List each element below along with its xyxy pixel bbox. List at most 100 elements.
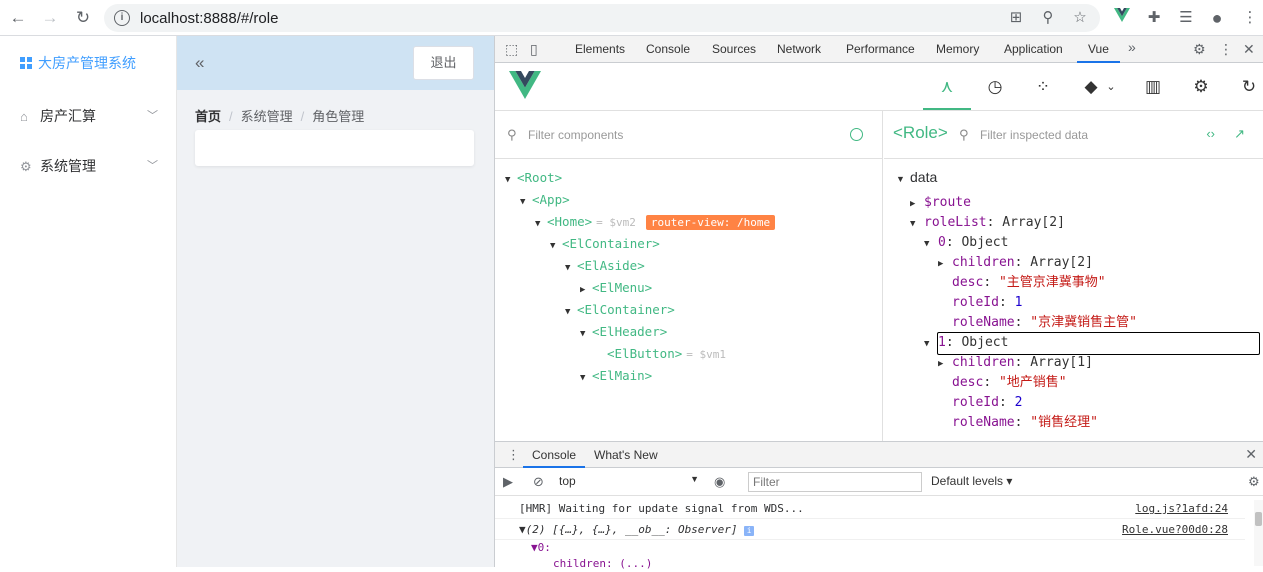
kebab-menu-icon[interactable]: ⋮ bbox=[507, 447, 520, 463]
tab-console[interactable]: Console bbox=[646, 36, 690, 63]
device-toolbar-icon[interactable]: ▯ bbox=[530, 41, 538, 58]
collapse-arrow-icon[interactable]: ▼ bbox=[520, 192, 532, 212]
sidebar-item-housing[interactable]: ⌂ 房产汇算 ﹀ bbox=[0, 91, 176, 141]
breadcrumb-home[interactable]: 首页 bbox=[195, 109, 221, 124]
data-row[interactable]: roleName: "销售经理" bbox=[938, 413, 1098, 433]
data-row[interactable]: roleName: "京津冀销售主管" bbox=[938, 313, 1137, 333]
data-row[interactable]: desc: "地产销售" bbox=[938, 373, 1067, 393]
expand-arrow-icon[interactable]: ▶ bbox=[938, 254, 952, 274]
url-text[interactable]: localhost:8888/#/role bbox=[140, 10, 278, 27]
select-component-icon[interactable] bbox=[850, 128, 863, 141]
data-row[interactable]: desc: "主管京津冀事物" bbox=[938, 273, 1106, 293]
info-icon[interactable]: i bbox=[744, 526, 755, 536]
console-filter-input[interactable]: Filter bbox=[748, 472, 922, 492]
tree-node[interactable]: ▼ <ElAside> bbox=[565, 256, 645, 276]
scrollbar-thumb[interactable] bbox=[1255, 512, 1262, 526]
tree-node[interactable]: ▼ <ElContainer> bbox=[550, 234, 660, 254]
context-select[interactable]: top ▼ bbox=[559, 474, 699, 488]
tree-node[interactable]: ▼ <ElHeader> bbox=[580, 322, 667, 342]
filter-components-bar[interactable]: ⚲ Filter components bbox=[495, 111, 883, 159]
console-log-row[interactable]: ▼(2) [{…}, {…}, __ob__: Observer] i Role.… bbox=[495, 519, 1245, 540]
clear-console-icon[interactable]: ⊘ bbox=[533, 474, 544, 490]
close-icon[interactable]: ✕ bbox=[1243, 41, 1255, 58]
history-icon[interactable]: ◷ bbox=[983, 75, 1007, 99]
info-icon[interactable]: i bbox=[114, 10, 130, 26]
tab-application[interactable]: Application bbox=[1004, 36, 1063, 63]
sidebar-toggle-icon[interactable]: ▶ bbox=[503, 474, 513, 490]
reading-list-icon[interactable]: ☰ bbox=[1176, 8, 1196, 28]
data-row[interactable]: ▼ 0: Object bbox=[924, 233, 1008, 253]
tree-node[interactable]: ▼ <Root> bbox=[505, 168, 562, 188]
tab-vue[interactable]: Vue bbox=[1077, 36, 1120, 63]
data-row[interactable]: roleId: 2 bbox=[938, 393, 1022, 413]
back-icon[interactable]: ← bbox=[6, 6, 30, 30]
expand-arrow-icon[interactable]: ▶ bbox=[580, 280, 592, 300]
reload-icon[interactable]: ↻ bbox=[71, 6, 95, 30]
collapse-arrow-icon[interactable]: ▼ bbox=[535, 214, 547, 234]
data-section-header[interactable]: ▼ data bbox=[896, 167, 937, 187]
tab-performance[interactable]: Performance bbox=[846, 36, 915, 63]
filter-data-input[interactable]: Filter inspected data bbox=[980, 128, 1088, 142]
collapse-arrow-icon[interactable]: ▼ bbox=[580, 324, 592, 344]
data-row[interactable]: ▶ children: Array[1] bbox=[938, 353, 1093, 373]
collapse-arrow-icon[interactable]: ▼ bbox=[910, 214, 924, 234]
kebab-menu-icon[interactable]: ⋮ bbox=[1219, 41, 1233, 58]
vuex-icon[interactable]: ⁘ bbox=[1031, 75, 1055, 99]
tab-memory[interactable]: Memory bbox=[936, 36, 979, 63]
filter-components-input[interactable]: Filter components bbox=[528, 128, 623, 142]
collapse-arrow-icon[interactable]: ▼ bbox=[924, 334, 938, 354]
tab-elements[interactable]: Elements bbox=[575, 36, 625, 63]
expand-arrow-icon[interactable]: ▶ bbox=[910, 194, 924, 214]
settings-icon[interactable]: ⚙ bbox=[1189, 75, 1213, 99]
inspect-element-icon[interactable]: ⬚ bbox=[505, 41, 518, 58]
collapse-arrow-icon[interactable]: ▼ bbox=[924, 234, 938, 254]
log-levels-select[interactable]: Default levels ▾ bbox=[931, 474, 1012, 488]
expand-arrow-icon[interactable]: ▶ bbox=[938, 354, 952, 374]
tree-node[interactable]: ▶ <ElMenu> bbox=[580, 278, 652, 298]
more-tabs-icon[interactable]: » bbox=[1128, 39, 1136, 55]
extensions-icon[interactable]: ✚ bbox=[1144, 8, 1164, 28]
tab-whats-new[interactable]: What's New bbox=[594, 442, 658, 468]
data-row[interactable]: ▼ roleList: Array[2] bbox=[910, 213, 1065, 233]
tab-console-drawer[interactable]: Console bbox=[523, 442, 586, 468]
tree-node[interactable]: <ElButton> = $vm1 bbox=[595, 344, 726, 364]
log-source-link[interactable]: Role.vue?00d0:28 bbox=[1122, 519, 1228, 540]
sidebar-item-system[interactable]: ⚙ 系统管理 ﹀ bbox=[0, 141, 176, 191]
menu-icon[interactable]: ⋮ bbox=[1240, 8, 1260, 28]
profile-icon[interactable]: ● bbox=[1207, 8, 1227, 28]
chevron-down-icon[interactable]: ⌄ bbox=[1099, 75, 1123, 99]
collapse-icon[interactable]: « bbox=[195, 53, 204, 73]
logout-button[interactable]: 退出 bbox=[413, 46, 474, 80]
data-row[interactable]: ▶ children: Array[2] bbox=[938, 253, 1093, 273]
eye-icon[interactable]: ◉ bbox=[714, 474, 725, 490]
collapse-arrow-icon[interactable]: ▼ bbox=[505, 170, 517, 190]
close-icon[interactable]: ✕ bbox=[1245, 446, 1257, 463]
forward-icon[interactable]: → bbox=[38, 6, 62, 30]
external-link-icon[interactable]: ↗ bbox=[1234, 126, 1245, 142]
tab-sources[interactable]: Sources bbox=[712, 36, 756, 63]
vue-devtools-icon[interactable] bbox=[1112, 8, 1132, 28]
tree-node[interactable]: ▼ <ElContainer> bbox=[565, 300, 675, 320]
zoom-icon[interactable]: ⚲ bbox=[1038, 8, 1058, 28]
code-icon[interactable]: ‹› bbox=[1206, 126, 1215, 141]
settings-icon[interactable]: ⚙ bbox=[1248, 474, 1260, 490]
log-source-link[interactable]: log.js?1afd:24 bbox=[1135, 498, 1228, 519]
console-log-row[interactable]: ▼0: bbox=[495, 540, 1245, 556]
tab-network[interactable]: Network bbox=[777, 36, 821, 63]
tree-node[interactable]: ▼ <App> bbox=[520, 190, 570, 210]
data-row[interactable]: ▶ $route bbox=[910, 193, 971, 213]
translate-icon[interactable]: ⊞ bbox=[1006, 8, 1026, 28]
collapse-arrow-icon[interactable]: ▼ bbox=[550, 236, 562, 256]
collapse-arrow-icon[interactable]: ▼ bbox=[565, 302, 577, 322]
address-bar[interactable]: i localhost:8888/#/role ⊞ ⚲ ☆ bbox=[104, 4, 1100, 32]
refresh-icon[interactable]: ↻ bbox=[1237, 75, 1261, 99]
data-row[interactable]: roleId: 1 bbox=[938, 293, 1022, 313]
star-icon[interactable]: ☆ bbox=[1070, 8, 1090, 28]
collapse-arrow-icon[interactable]: ▼ bbox=[565, 258, 577, 278]
console-scrollbar[interactable] bbox=[1254, 500, 1263, 566]
performance-icon[interactable]: ▥ bbox=[1141, 75, 1165, 99]
collapse-arrow-icon[interactable]: ▼ bbox=[580, 368, 592, 388]
components-icon[interactable]: ⋏ bbox=[935, 75, 959, 99]
console-log-row[interactable]: children: (...) bbox=[495, 556, 1245, 572]
tree-node[interactable]: ▼ <Home> = $vm2 router-view: /home bbox=[535, 212, 776, 234]
